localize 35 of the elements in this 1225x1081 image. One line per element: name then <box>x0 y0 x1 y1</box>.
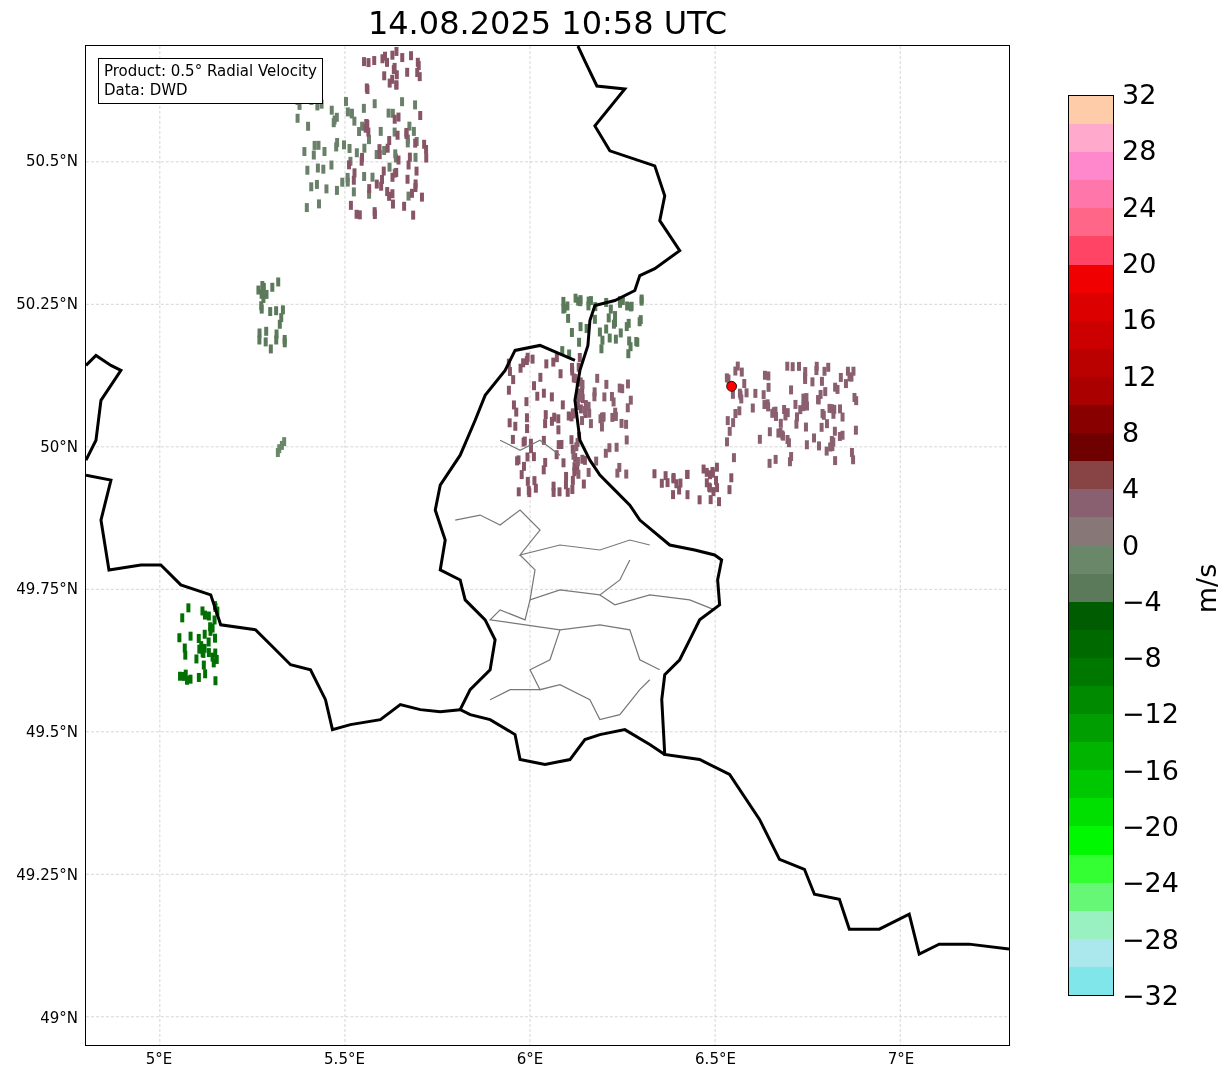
latitude-label: 49.75°N <box>16 582 78 598</box>
colorbar-tick-label: −4 <box>1122 587 1162 615</box>
colorbar-tick-label: −12 <box>1122 700 1179 728</box>
colorbar-tick-label: 8 <box>1122 418 1140 446</box>
colorbar-tick-label: 0 <box>1122 531 1140 559</box>
latitude-label: 49.5°N <box>25 725 78 741</box>
longitude-label: 6.5°E <box>695 1052 736 1067</box>
colorbar-tick-label: −28 <box>1122 925 1179 953</box>
colorbar-tick-label: 24 <box>1122 193 1157 221</box>
latitude-label: 50°N <box>40 439 78 455</box>
canton-boundary-line <box>499 439 561 456</box>
colorbar-tick-label: 16 <box>1122 306 1157 334</box>
colorbar-tick-label: 4 <box>1122 475 1140 503</box>
colorbar-tick-label: −20 <box>1122 813 1179 841</box>
latitude-label: 50.5°N <box>25 154 78 169</box>
latitude-label: 50.25°N <box>16 296 78 312</box>
legend-text: Data: DWD <box>104 81 189 100</box>
colorbar-tick-label: −32 <box>1122 982 1179 1009</box>
colorbar-tick-label: 20 <box>1122 249 1157 277</box>
latitude-label: 49°N <box>40 1010 78 1026</box>
figure-title: 14.08.2025 10:58 UTC <box>367 6 728 39</box>
colorbar-tick-label: −24 <box>1122 869 1179 897</box>
colorbar-tick-label: −16 <box>1122 756 1179 784</box>
latitude-label: 49.25°N <box>16 868 78 883</box>
radar-site-marker <box>726 380 737 392</box>
longitude-label: 5.5°E <box>324 1052 365 1067</box>
colorbar-tick-label: 32 <box>1122 81 1157 108</box>
legend-text: Product: 0.5° Radial Velocity <box>104 62 317 81</box>
longitude-label: 6°E <box>516 1052 544 1067</box>
longitude-label: 5°E <box>145 1052 173 1067</box>
colorbar-unit-label: m/s <box>1193 563 1221 614</box>
colorbar-tick-label: 28 <box>1122 137 1157 165</box>
colorbar-tick-label: −8 <box>1122 644 1162 672</box>
colorbar-tick-label: 12 <box>1122 362 1157 390</box>
longitude-label: 7°E <box>887 1052 915 1067</box>
